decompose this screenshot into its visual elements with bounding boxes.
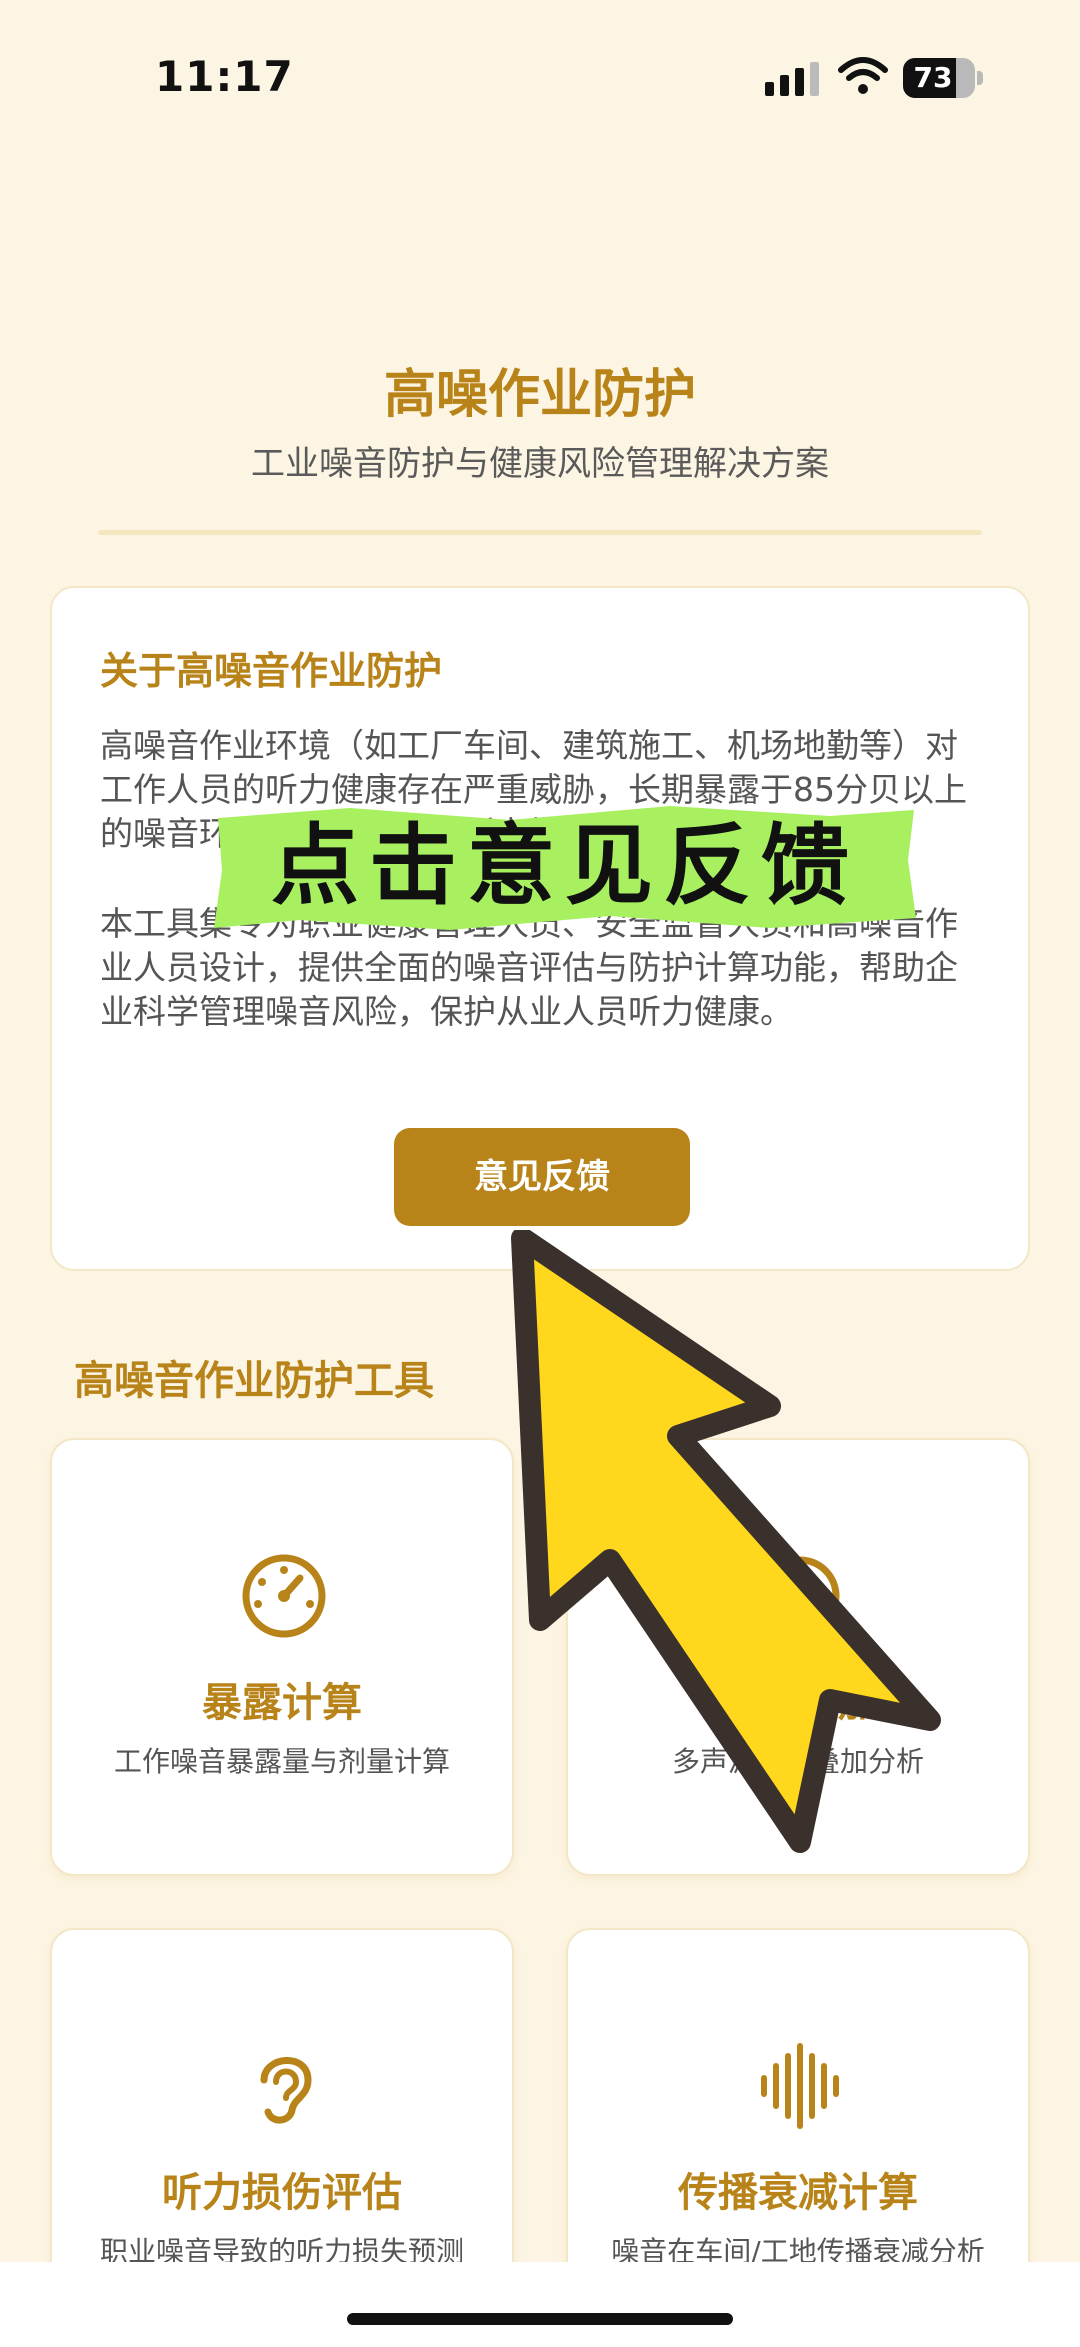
status-time: 11:17 [155,52,294,101]
header-divider [98,530,982,535]
tool-name: 听力损伤评估 [162,2170,402,2216]
gauge-icon [242,1554,326,1638]
status-bar: 11:17 73 [0,0,1080,150]
page-title: 高噪作业防护 [383,365,696,425]
tool-desc: 工作噪音暴露量与剂量计算 [113,1745,450,1778]
battery-indicator: 73 [903,58,983,98]
feedback-button[interactable]: 意见反馈 [394,1128,690,1226]
soundwave-icon [761,2043,839,2129]
tool-name: 传播衰减计算 [678,2170,918,2216]
home-indicator[interactable] [347,2313,733,2325]
tool-name: 暴露计算 [202,1680,362,1726]
tools-section-title: 高噪音作业防护工具 [74,1358,434,1404]
tutorial-banner-text: 点击意见反馈 [271,814,859,917]
battery-body: 73 [903,58,975,98]
tutorial-banner: 点击意见反馈 [214,806,916,930]
battery-cap [977,71,983,85]
tutorial-pointer-arrow [511,1230,941,1853]
tool-card-exposure[interactable]: 暴露计算 工作噪音暴露量与剂量计算 [50,1438,514,1876]
page-subtitle: 工业噪音防护与健康风险管理解决方案 [251,444,829,484]
cellular-signal-icon [765,62,819,96]
wifi-icon [838,57,888,94]
ear-icon [260,2057,312,2124]
app-screen: 11:17 73 高噪作业防护 工业噪音防护与健康风险管理解决方案 关于高噪音作… [0,0,1080,2347]
battery-percentage: 73 [913,61,953,94]
bottom-area [0,2262,1080,2347]
about-title: 关于高噪音作业防护 [100,649,443,693]
